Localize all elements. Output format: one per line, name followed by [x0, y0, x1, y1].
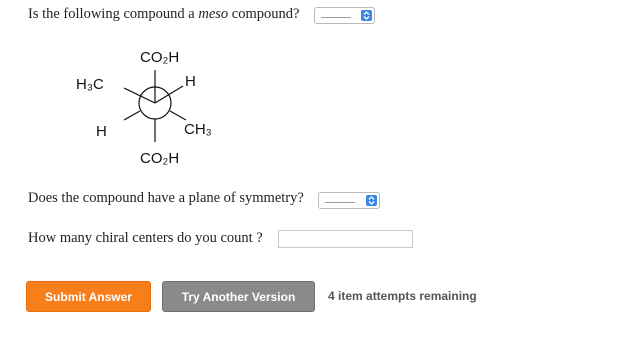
- question-meso-italic: meso: [198, 6, 229, 22]
- back-left-label: H: [96, 123, 107, 140]
- question-meso: Is the following compound a meso compoun…: [28, 6, 299, 23]
- back-bond-left: [123, 110, 141, 121]
- front-bond-right: [154, 85, 184, 104]
- symmetry-select[interactable]: [318, 192, 380, 209]
- back-right-label: CH₃: [184, 121, 212, 138]
- select-placeholder-dash: [325, 202, 355, 203]
- submit-answer-button[interactable]: Submit Answer: [26, 281, 151, 312]
- up-down-chevron-icon[interactable]: [361, 10, 372, 21]
- front-left-label: H₃C: [76, 76, 104, 93]
- front-right-label: H: [185, 73, 196, 90]
- front-top-label: CO₂H: [140, 49, 179, 66]
- newman-projection: CO₂H H₃C H H CH₃ CO₂H: [76, 49, 212, 167]
- question-chiral-centers: How many chiral centers do you count ?: [28, 230, 263, 246]
- try-another-version-button[interactable]: Try Another Version: [162, 281, 315, 312]
- select-placeholder-dash: [321, 17, 351, 18]
- chiral-centers-input[interactable]: [278, 230, 413, 248]
- up-down-chevron-icon[interactable]: [366, 195, 377, 206]
- question-symmetry: Does the compound have a plane of symmet…: [28, 190, 304, 206]
- back-bond-right: [169, 110, 187, 121]
- meso-select[interactable]: [314, 7, 375, 24]
- back-bottom-label: CO₂H: [140, 150, 179, 167]
- question-meso-text-before: Is the following compound a: [28, 6, 199, 22]
- question-meso-text-after: compound?: [228, 6, 300, 22]
- attempts-remaining-text: 4 item attempts remaining: [328, 289, 477, 303]
